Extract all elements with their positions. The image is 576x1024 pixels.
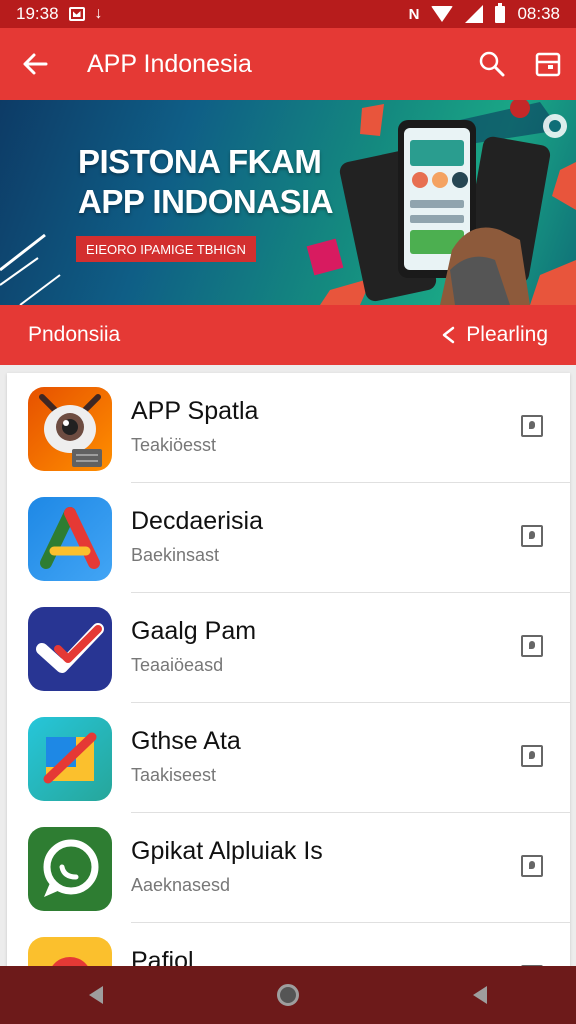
app-icon-slash [28, 717, 112, 801]
nav-home-button[interactable] [258, 966, 318, 1024]
app-name: APP Spatla [131, 397, 259, 425]
banner-tag: EIEORO IPAMIGE TBHIGN [76, 236, 256, 262]
promo-banner[interactable]: PISTONA FKAM APP INDONASIA EIEORO IPAMIG… [0, 100, 576, 305]
calendar-icon [535, 52, 561, 77]
app-name: Decdaerisia [131, 507, 264, 535]
chevron-left-icon [443, 326, 455, 344]
section-title: Pndonsiia [28, 323, 121, 346]
bookmark-icon[interactable] [521, 525, 543, 547]
mail-icon [68, 7, 85, 21]
app-list: APP Spatla Teakiöesst Decdaerisia Baekin… [7, 373, 570, 973]
app-subtitle: Baekinsast [131, 545, 220, 565]
app-icon-chat [28, 827, 112, 911]
robot-icon [39, 394, 102, 467]
section-header: Pndonsiia Plearling [0, 305, 576, 365]
app-name: Gpikat Alpluiak Is [131, 837, 323, 865]
app-name: Gthse Ata [131, 727, 241, 755]
bookmark-icon[interactable] [521, 635, 543, 657]
system-nav-bar [0, 966, 576, 1024]
nav-back-button[interactable] [66, 966, 126, 1024]
triangle-logo-icon [40, 507, 100, 569]
list-item-app-4[interactable]: Gthse Ata Taakiseest [7, 703, 570, 813]
app-subtitle: Taakiseest [131, 765, 217, 785]
download-icon: ↓ [94, 5, 103, 22]
list-item-app-3[interactable]: Gaalg Pam Teaaiöeasd [7, 593, 570, 703]
list-item-app-2[interactable]: Decdaerisia Baekinsast [7, 483, 570, 593]
app-icon-robot [28, 387, 112, 471]
calendar-button[interactable] [520, 28, 576, 100]
banner-title: PISTONA FKAM APP INDONASIA [78, 142, 334, 222]
status-time-right: 08:38 [517, 4, 560, 23]
app-icon-check [28, 607, 112, 691]
status-time-left: 19:38 [16, 4, 59, 23]
search-button[interactable] [464, 28, 520, 100]
slash-logo-icon [43, 732, 97, 784]
app-subtitle: Teaaiöeasd [131, 655, 224, 675]
app-name: Gaalg Pam [131, 617, 257, 645]
arrow-left-icon [23, 53, 48, 75]
search-icon [479, 51, 505, 77]
checkmark-icon [36, 623, 104, 673]
back-button[interactable] [0, 28, 70, 100]
recents-triangle-icon [473, 986, 487, 1004]
back-triangle-icon [89, 986, 103, 1004]
banner-title-line1: PISTONA FKAM [78, 143, 322, 180]
bookmark-icon[interactable] [521, 855, 543, 877]
app-icon-triangle [28, 497, 112, 581]
wifi-icon [431, 6, 454, 22]
home-icon [277, 984, 299, 1006]
bookmark-icon[interactable] [521, 415, 543, 437]
list-item-app-1[interactable]: APP Spatla Teakiöesst [7, 373, 570, 483]
status-bar: 19:38 ↓ N 08:38 [0, 0, 576, 28]
app-subtitle: Teakiöesst [131, 435, 217, 455]
banner-title-line2: APP INDONASIA [78, 183, 334, 220]
nfc-icon: N [408, 5, 420, 23]
chat-bubble-icon [43, 839, 99, 897]
app-subtitle: Aaeknasesd [131, 875, 231, 895]
bookmark-icon[interactable] [521, 745, 543, 767]
list-item-app-5[interactable]: Gpikat Alpluiak Is Aaeknasesd [7, 813, 570, 923]
nav-recents-button[interactable] [450, 966, 510, 1024]
app-bar: APP Indonesia [0, 28, 576, 100]
section-action-label: Plearling [466, 323, 548, 346]
page-title: APP Indonesia [87, 49, 252, 78]
section-action-button[interactable]: Plearling [440, 323, 548, 347]
signal-icon [465, 5, 484, 23]
battery-icon [495, 2, 506, 23]
